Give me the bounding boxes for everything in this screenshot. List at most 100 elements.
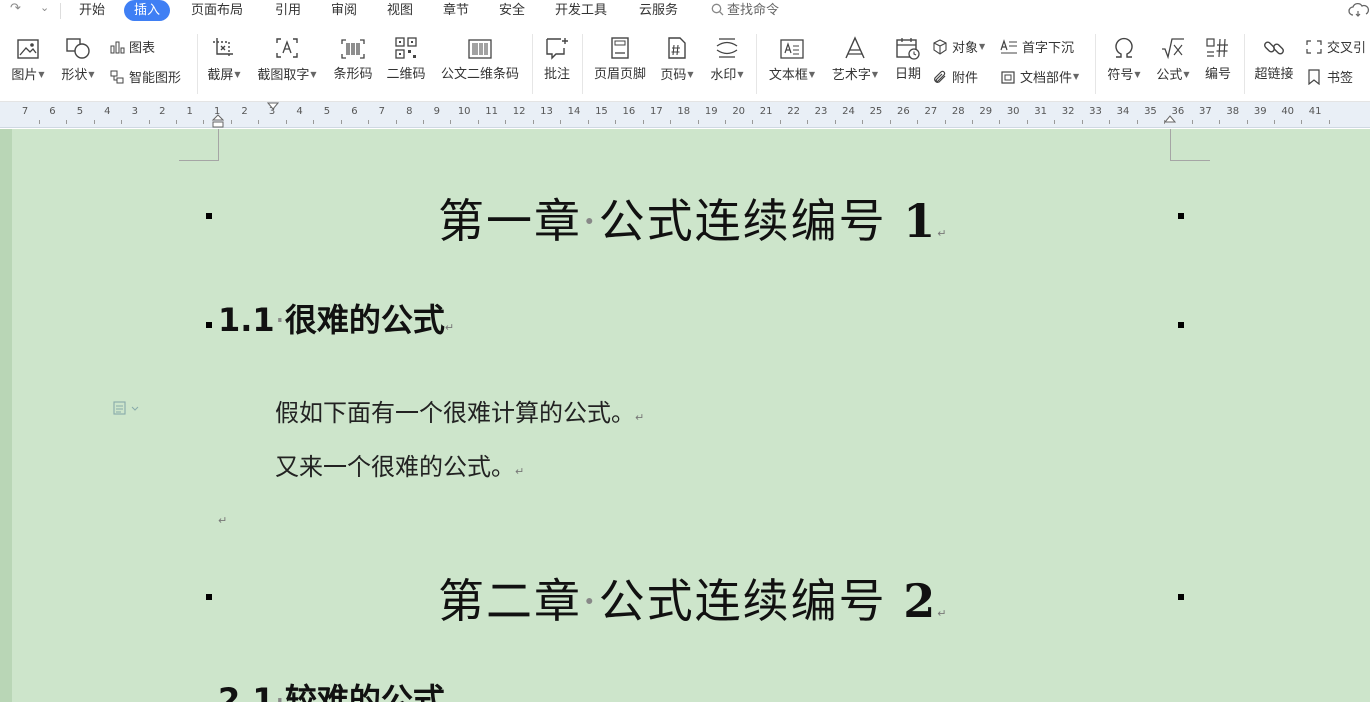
- ocr-button[interactable]: 截图取字▼: [253, 32, 321, 85]
- margin-corner-marker: [179, 129, 219, 161]
- tab-page-layout[interactable]: 页面布局: [185, 0, 249, 21]
- paste-options-icon[interactable]: [113, 400, 139, 416]
- barcode-button[interactable]: 条形码: [329, 32, 377, 84]
- quick-access-dropdown-icon[interactable]: ⌄: [40, 1, 49, 14]
- ruler-tick: [944, 120, 946, 124]
- menu-separator: [60, 3, 61, 19]
- bookmark-icon: [1308, 68, 1320, 85]
- smart-art-button[interactable]: 智能图形: [109, 67, 181, 86]
- ruler-tick-label: 2: [159, 106, 166, 117]
- ruler-tick: [1219, 120, 1221, 124]
- qrcode-button[interactable]: 二维码: [383, 32, 429, 84]
- comment-label: 批注: [543, 67, 570, 82]
- paragraph-mark: ↵: [635, 411, 645, 424]
- ruler-tick-label: 17: [649, 106, 663, 117]
- ruler-tick: [175, 120, 177, 124]
- tab-developer[interactable]: 开发工具: [549, 0, 613, 21]
- ruler-tick: [203, 120, 205, 124]
- body-paragraph[interactable]: 假如下面有一个很难计算的公式。↵: [275, 393, 644, 428]
- watermark-button[interactable]: 水印▼: [705, 32, 749, 85]
- symbol-button[interactable]: 符号▼: [1103, 32, 1145, 85]
- date-button[interactable]: 日期: [890, 32, 926, 84]
- ruler-tick: [395, 120, 397, 124]
- section-heading-2-1[interactable]: 2.1·较难的公式: [218, 675, 445, 702]
- screenshot-button[interactable]: 截屏▼: [204, 32, 244, 85]
- wordart-label: 艺术字: [831, 68, 871, 83]
- cross-reference-button[interactable]: 交叉引: [1305, 37, 1366, 56]
- ribbon-separator: [756, 34, 757, 94]
- body-paragraph[interactable]: 又来一个很难的公式。↵: [275, 447, 524, 482]
- textbox-button[interactable]: 文本框▼: [764, 32, 820, 85]
- page-number-button[interactable]: 页码▼: [656, 32, 698, 85]
- ruler-tick: [477, 120, 479, 124]
- right-indent-marker-icon[interactable]: [1164, 115, 1176, 123]
- document-canvas[interactable]: 第一章·公式连续编号 1↵ 1.1·很难的公式↵ 假如下面有一个很难计算的公式。…: [0, 129, 1370, 702]
- horizontal-ruler[interactable]: 7 6 5 4 3 2 1 1 2 3 4 5 6 7 8 9 10 11 12 13 14 15 16 17 18 19 20 21…: [0, 102, 1370, 128]
- ruler-tick-label: 34: [1116, 106, 1130, 117]
- tab-chapter[interactable]: 章节: [437, 0, 475, 21]
- first-line-indent-marker-icon[interactable]: [267, 102, 279, 111]
- bookmark-button[interactable]: 书签: [1305, 67, 1353, 86]
- tab-home[interactable]: 开始: [73, 0, 111, 21]
- ruler-tick-label: 7: [378, 106, 386, 117]
- ruler-tick: [587, 120, 589, 124]
- chapter-title: 公式连续编号: [598, 574, 887, 628]
- ribbon-separator: [1095, 34, 1096, 94]
- chart-button[interactable]: 图表: [109, 37, 155, 56]
- ruler-tick: [972, 120, 974, 124]
- hyperlink-button[interactable]: 超链接: [1250, 32, 1298, 84]
- indent-marker-icon[interactable]: [212, 114, 224, 128]
- ruler-tick: [1301, 120, 1303, 124]
- barcode-icon: [341, 39, 365, 59]
- object-button[interactable]: 对象 ▼: [932, 37, 985, 56]
- tab-review[interactable]: 审阅: [325, 0, 363, 21]
- tab-references[interactable]: 引用: [269, 0, 307, 21]
- symbol-label: 符号: [1107, 68, 1134, 83]
- ruler-tick: [834, 120, 836, 124]
- ruler-tick-label: 7: [21, 106, 29, 117]
- chapter-heading-1[interactable]: 第一章·公式连续编号 1↵: [438, 185, 948, 251]
- space-marker: ·: [274, 301, 285, 339]
- paragraph-mark: ↵: [937, 607, 949, 620]
- attachment-button[interactable]: 附件: [932, 67, 978, 86]
- search-command[interactable]: 查找命令: [711, 0, 779, 21]
- dropdown-arrow-icon: ▼: [1073, 72, 1080, 81]
- ruler-tick-label: 19: [704, 106, 718, 117]
- ruler-tick: [505, 120, 507, 124]
- comment-button[interactable]: 批注: [538, 32, 576, 84]
- heading-list-marker: [206, 213, 212, 219]
- tab-insert[interactable]: 插入: [124, 0, 171, 21]
- numbering-button[interactable]: 编号: [1200, 32, 1236, 84]
- chapter-heading-2[interactable]: 第二章·公式连续编号 2↵: [438, 565, 948, 631]
- tab-view[interactable]: 视图: [381, 0, 419, 21]
- comment-icon: [546, 38, 568, 60]
- cloud-sync-icon[interactable]: [1348, 2, 1370, 21]
- doc-barcode-button[interactable]: 公文二维条码: [436, 32, 524, 84]
- ruler-tick-label: 35: [1144, 106, 1157, 117]
- chart-icon: [110, 41, 125, 53]
- formula-button[interactable]: 公式▼: [1152, 32, 1194, 85]
- section-number: 1.1: [218, 301, 275, 339]
- dropdown-arrow-icon: ▼: [234, 70, 241, 79]
- ruler-tick-label: 2: [241, 106, 248, 117]
- header-footer-button[interactable]: 页眉页脚: [589, 32, 651, 84]
- wordart-icon: [845, 36, 865, 59]
- redo-icon[interactable]: ↷: [10, 1, 21, 16]
- omega-symbol-icon: [1115, 37, 1133, 58]
- page-number-icon: [668, 37, 686, 59]
- header-footer-icon: [611, 37, 629, 59]
- shape-button[interactable]: 形状▼: [56, 32, 100, 85]
- doc-parts-button[interactable]: 文档部件 ▼: [1000, 67, 1079, 86]
- drop-cap-button[interactable]: 首字下沉: [1000, 37, 1074, 56]
- tab-security[interactable]: 安全: [493, 0, 531, 21]
- picture-button[interactable]: 图片▼: [8, 32, 48, 85]
- ruler-tick: [1246, 120, 1248, 124]
- ruler-tick: [697, 120, 699, 124]
- ruler-tick-label: 39: [1253, 106, 1267, 117]
- wordart-button[interactable]: 艺术字▼: [827, 32, 883, 85]
- ruler-tick: [1273, 120, 1275, 124]
- section-heading-1-1[interactable]: 1.1·很难的公式↵: [218, 295, 454, 341]
- ruler-tick: [368, 120, 370, 124]
- doc-parts-label: 文档部件: [1020, 71, 1073, 86]
- tab-cloud-service[interactable]: 云服务: [633, 0, 684, 21]
